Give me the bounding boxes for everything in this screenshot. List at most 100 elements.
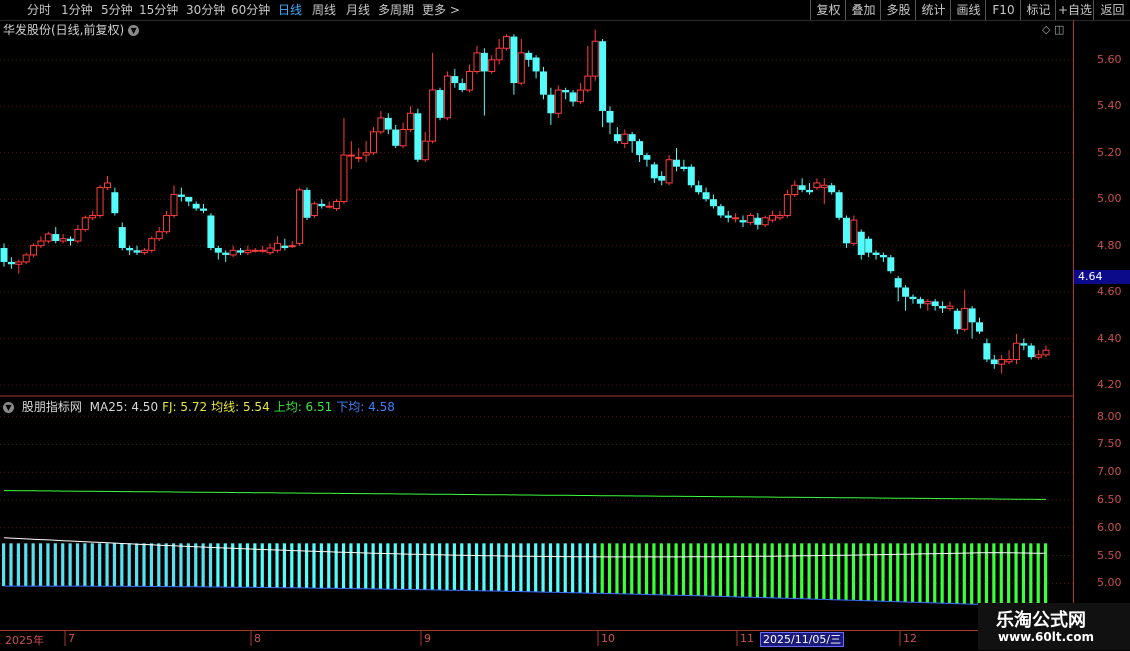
date-tick: 2025年	[5, 634, 44, 647]
candle-body-up	[591, 40, 599, 77]
indicator-tick: 8.00	[1097, 409, 1122, 423]
indicator-bar	[445, 543, 449, 591]
indicator-bar	[814, 543, 819, 600]
candle-body-down	[222, 252, 230, 255]
indicator-bar	[607, 543, 612, 594]
candle-body-down	[532, 57, 540, 72]
candle-body-down	[990, 359, 998, 365]
indicator-bar	[534, 543, 538, 592]
indicator-bar	[866, 543, 870, 601]
indicator-bar	[511, 543, 516, 592]
indicator-bar	[467, 543, 471, 591]
indicator-bar	[763, 543, 767, 598]
candle-body-down	[857, 231, 865, 255]
indicator-tick: 5.50	[1097, 548, 1122, 562]
candle-body-down	[185, 196, 193, 202]
candle-body-down	[702, 192, 710, 200]
indicator-bar	[31, 543, 35, 587]
indicator-bar	[704, 543, 708, 597]
candle-body-down	[133, 250, 141, 253]
candle-body-up	[273, 242, 281, 251]
indicator-bar	[859, 543, 863, 601]
candle-body-down	[318, 203, 326, 207]
indicator-legend: ▼ 股朋指标网 MA25: 4.50 FJ: 5.72 均线: 5.54 上均: 6.…	[3, 398, 403, 415]
indicator-bar	[460, 543, 464, 591]
indicator-bar	[75, 543, 80, 587]
indicator-bar	[438, 543, 442, 591]
candle-body-up	[15, 261, 23, 265]
indicator-bar	[452, 543, 456, 591]
candle-body-down	[303, 189, 311, 218]
candle-body-up	[370, 131, 378, 154]
date-tick: 10	[601, 632, 615, 645]
candle-body-down	[902, 287, 910, 297]
candle-body-down	[879, 254, 887, 258]
candle-body-down	[916, 299, 924, 304]
indicator-bar	[548, 543, 553, 593]
indicator-bar	[327, 543, 331, 589]
indicator-bar	[83, 543, 87, 587]
candle-body-down	[200, 208, 208, 211]
indicator-bar	[216, 543, 220, 588]
candle-body-up	[576, 89, 584, 103]
candle-body-up	[820, 184, 828, 189]
indicator-bar	[194, 543, 198, 587]
candle-body-down	[975, 322, 983, 332]
indicator-bar	[726, 543, 730, 597]
candle-body-down	[695, 185, 703, 193]
indicator-bar	[98, 543, 102, 587]
candle-body-down	[236, 250, 244, 253]
price-tick: 5.00	[1097, 192, 1122, 206]
candlestick-chart	[0, 29, 1073, 646]
indicator-bar	[903, 543, 907, 602]
candle-body-down	[451, 76, 459, 84]
price-tick: 4.60	[1097, 285, 1122, 299]
candle-body-down	[968, 308, 976, 323]
indicator-value-3: 上均: 6.51	[273, 400, 333, 414]
candle-body-up	[148, 238, 156, 251]
candle-body-down	[207, 215, 215, 248]
candle-body-up	[266, 247, 274, 254]
candle-body-up	[732, 217, 740, 220]
candle-body-up	[584, 75, 592, 91]
indicator-tick: 6.00	[1097, 520, 1122, 534]
candle-body-up	[443, 75, 451, 119]
indicator-value-0: MA25: 4.50	[89, 400, 159, 414]
chevron-down-icon[interactable]: ▼	[3, 402, 14, 413]
candle-body-up	[140, 249, 148, 254]
indicator-bar	[474, 543, 479, 591]
indicator-bar	[733, 543, 737, 597]
candle-body-up	[946, 305, 954, 309]
indicator-bar	[755, 543, 759, 598]
candle-body-down	[384, 117, 392, 130]
candle-body-down	[281, 245, 289, 248]
current-price-label: 4.64	[1074, 270, 1130, 284]
toolbar-button-8[interactable]: 返回	[1093, 0, 1130, 20]
candle-body-up	[22, 254, 30, 263]
indicator-bar	[68, 543, 72, 587]
candle-body-down	[983, 343, 991, 360]
indicator-bar	[910, 543, 915, 603]
indicator-bar	[578, 543, 582, 593]
candle-body-down	[480, 52, 488, 72]
indicator-bar	[149, 543, 154, 587]
indicator-bar	[630, 543, 634, 595]
candle-body-up	[59, 238, 67, 242]
indicator-bar	[142, 543, 146, 587]
indicator-bar	[800, 543, 804, 599]
candle-body-down	[842, 217, 850, 244]
candle-body-up	[406, 112, 414, 131]
indicator-bar	[556, 543, 560, 593]
candle-body-up	[776, 214, 784, 219]
candle-body-up	[495, 47, 503, 61]
selected-date-label: 2025/11/05/三	[760, 632, 845, 647]
candle-body-up	[961, 307, 969, 330]
indicator-bar	[888, 543, 893, 602]
indicator-bar	[652, 543, 656, 595]
indicator-bar	[135, 543, 139, 587]
candle-body-up	[155, 231, 163, 240]
indicator-bar	[615, 543, 619, 594]
indicator-bar	[585, 543, 590, 594]
indicator-bar	[829, 543, 833, 600]
candle-body-up	[377, 117, 385, 133]
